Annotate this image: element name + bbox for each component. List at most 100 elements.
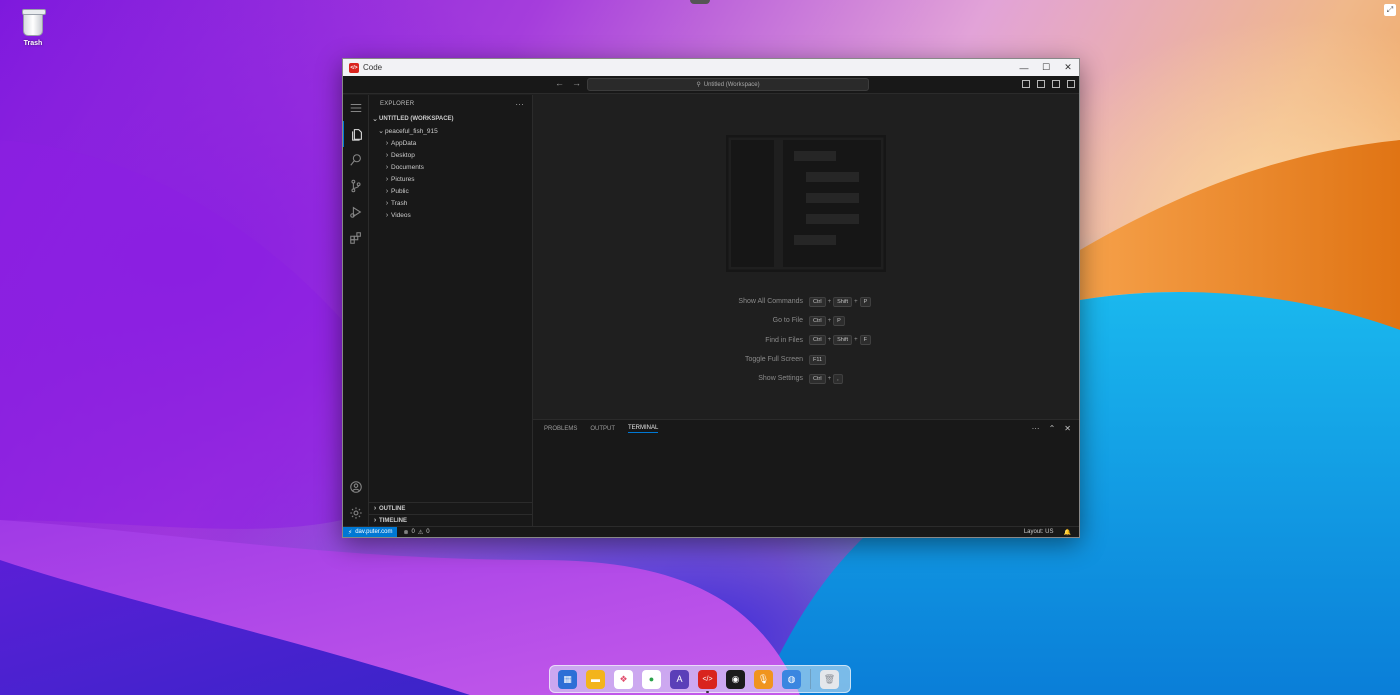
key-plus: + [854, 298, 858, 305]
back-arrow-icon[interactable]: ← [555, 78, 564, 88]
maximize-button[interactable]: ☐ [1035, 59, 1057, 76]
fullscreen-toggle-icon[interactable]: ⤢ [1384, 4, 1396, 16]
search-icon[interactable] [343, 147, 369, 173]
error-icon: ⊗ [403, 529, 409, 536]
code-icon[interactable]: </> [698, 669, 717, 693]
maximize-panel-icon[interactable]: ⌃ [1049, 424, 1056, 433]
timeline-label: TIMELINE [379, 517, 407, 524]
trash-icon [22, 9, 46, 36]
desktop-trash-label: Trash [23, 40, 43, 47]
toggle-panel-icon[interactable] [1037, 80, 1045, 88]
remote-icon: ⚡ [348, 529, 353, 536]
panel-tab-output[interactable]: OUTPUT [590, 426, 615, 432]
settings-gear-icon[interactable] [343, 500, 369, 526]
key-plus: + [827, 317, 832, 324]
bottom-panel: PROBLEMS OUTPUT TERMINAL ··· ⌃ ✕ [533, 419, 1079, 526]
hint-label: Show Settings [758, 375, 803, 383]
font-icon[interactable]: A [670, 669, 689, 689]
folder-item-videos[interactable]: › Videos [369, 209, 532, 221]
key-plus: + [854, 337, 858, 344]
keycap: Ctrl [809, 373, 826, 384]
account-icon[interactable] [343, 474, 369, 500]
code-app-icon: </> [349, 62, 359, 73]
error-count: 0 [411, 528, 415, 535]
close-panel-icon[interactable]: ✕ [1064, 424, 1071, 433]
files-icon[interactable]: ▬ [586, 669, 605, 689]
camera-icon[interactable]: ◉ [726, 669, 745, 689]
source-control-icon[interactable] [343, 173, 369, 199]
workspace-section[interactable]: ⌄ UNTITLED (WORKSPACE) [369, 113, 532, 125]
keycap: Ctrl [809, 335, 826, 346]
hint-label: Find in Files [765, 336, 803, 344]
chevron-right-icon: › [385, 199, 389, 207]
recorder-icon[interactable]: 🎙 [754, 669, 773, 689]
close-button[interactable]: ✕ [1057, 59, 1079, 76]
window-titlebar[interactable]: </> Code — ☐ ✕ [343, 59, 1079, 76]
panel-tab-problems[interactable]: PROBLEMS [544, 426, 577, 432]
folder-item-desktop[interactable]: › Desktop [369, 149, 532, 161]
chevron-right-icon: › [373, 505, 377, 512]
command-center[interactable]: ⚲ Untitled (Workspace) [587, 78, 869, 91]
activity-bar [343, 95, 369, 526]
welcome-hints: Show All Commands Ctrl + Shift + P Go to File C… [533, 292, 1079, 388]
hint-row: Find in Files Ctrl + Shift + F [533, 331, 1079, 350]
toggle-secondary-sidebar-icon[interactable] [1052, 80, 1060, 88]
desktop-trash[interactable]: Trash [16, 9, 50, 47]
status-bar: ⚡ dav.puter.com ⊗ 0 ⚠ 0 Layout: US 🔔 [343, 526, 1079, 537]
folder-item-trash[interactable]: › Trash [369, 197, 532, 209]
notifications-bell-icon[interactable]: 🔔 [1064, 529, 1071, 536]
explorer-sidebar: EXPLORER ··· ⌄ UNTITLED (WORKSPACE) ⌄ pe… [369, 95, 533, 526]
browser-icon[interactable]: ◍ [782, 669, 801, 689]
trash-icon[interactable]: 🗑 [820, 669, 839, 689]
remote-label: dav.puter.com [355, 529, 393, 535]
paint-icon[interactable]: ● [642, 669, 661, 689]
keycap: , [833, 373, 843, 384]
more-actions-icon[interactable]: ··· [1032, 424, 1040, 433]
folder-item-documents[interactable]: › Documents [369, 161, 532, 173]
app-grid-icon[interactable]: ▦ [558, 669, 577, 689]
extensions-icon[interactable] [343, 225, 369, 251]
key-plus: + [827, 337, 832, 344]
minimize-button[interactable]: — [1013, 59, 1035, 76]
photos-icon[interactable]: ❖ [614, 669, 633, 689]
chevron-right-icon: › [385, 151, 389, 159]
folder-item-public[interactable]: › Public [369, 185, 532, 197]
key-plus: + [827, 298, 832, 305]
customize-layout-icon[interactable] [1067, 80, 1075, 88]
chevron-right-icon: › [385, 175, 389, 183]
keycap: Shift [833, 335, 853, 346]
folder-label: Public [391, 187, 409, 195]
hint-row: Go to File Ctrl + P [533, 311, 1079, 330]
root-folder[interactable]: ⌄ peaceful_fish_915 [369, 125, 532, 137]
workspace-label: UNTITLED (WORKSPACE) [379, 116, 454, 122]
keycap: F [859, 335, 871, 346]
remote-indicator[interactable]: ⚡ dav.puter.com [343, 526, 398, 537]
menu-icon[interactable] [343, 95, 369, 121]
warning-icon: ⚠ [417, 529, 424, 536]
explorer-icon[interactable] [343, 121, 369, 147]
folder-item-appdata[interactable]: › AppData [369, 137, 532, 149]
folder-item-pictures[interactable]: › Pictures [369, 173, 532, 185]
vscode-titlebar: ← → ⚲ Untitled (Workspace) [343, 76, 1079, 94]
folder-label: Documents [391, 163, 424, 171]
folder-label: Videos [391, 211, 411, 219]
timeline-section[interactable]: › TIMELINE [369, 514, 532, 526]
outline-section[interactable]: › OUTLINE [369, 502, 532, 514]
problems-indicator[interactable]: ⊗ 0 ⚠ 0 [403, 529, 429, 536]
hint-row: Show All Commands Ctrl + Shift + P [533, 292, 1079, 311]
window-title: Code [363, 63, 383, 72]
keycap: P [833, 315, 845, 326]
keycap: Ctrl [809, 296, 826, 307]
key-plus: + [827, 375, 832, 382]
outline-label: OUTLINE [379, 505, 406, 512]
folder-label: Desktop [391, 151, 415, 159]
keyboard-layout[interactable]: Layout: US [1024, 529, 1054, 535]
folder-label: AppData [391, 139, 417, 147]
more-actions-icon[interactable]: ··· [515, 100, 524, 109]
forward-arrow-icon[interactable]: → [572, 78, 581, 88]
run-debug-icon[interactable] [343, 199, 369, 225]
dock: ▦ ▬ ❖ ● A </> ◉ 🎙 ◍ 🗑 [549, 665, 851, 693]
panel-tab-terminal[interactable]: TERMINAL [628, 425, 659, 433]
chevron-right-icon: › [385, 163, 389, 171]
toggle-primary-sidebar-icon[interactable] [1022, 80, 1030, 88]
